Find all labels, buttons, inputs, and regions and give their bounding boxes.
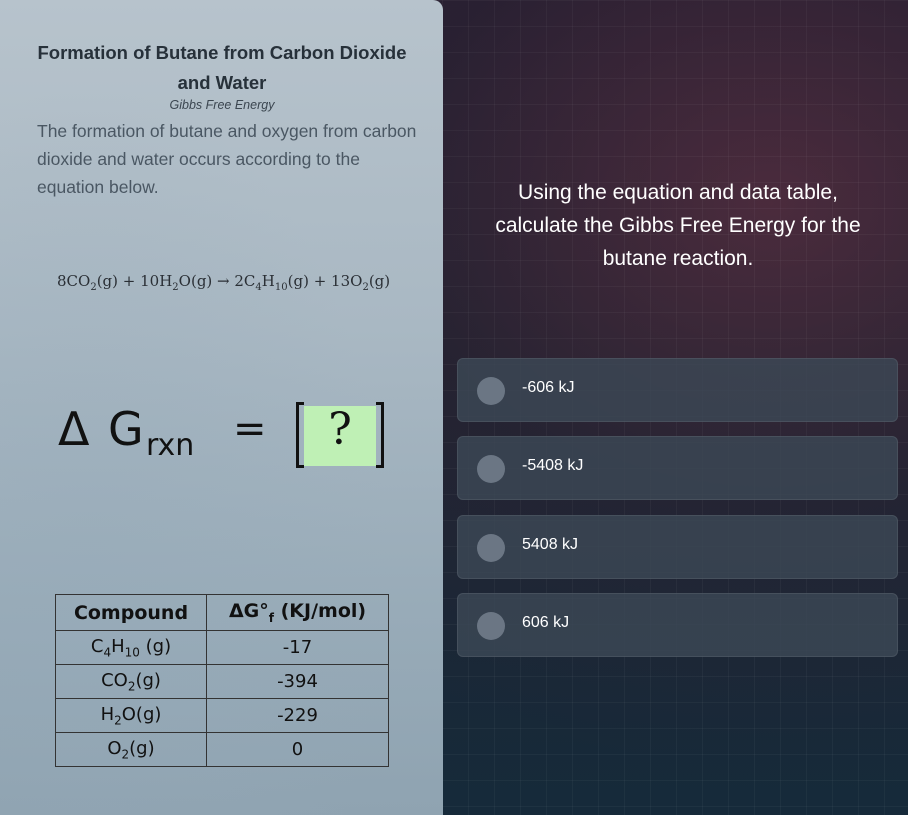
header-delta-g-symbol: ΔG° (228, 600, 269, 623)
eq-part: 10H (140, 272, 173, 290)
delta-symbol: Δ (58, 402, 90, 456)
eq-arrow: → (212, 272, 235, 290)
formula-sub: 10 (124, 645, 140, 660)
formula-part: H (111, 635, 125, 657)
table-row: C4H10 (g) -17 (55, 630, 389, 665)
radio-circle-icon[interactable] (477, 612, 505, 640)
formula-sub: 2 (114, 713, 122, 728)
option-label: -5408 kJ (522, 457, 584, 474)
table-row: CO2(g) -394 (55, 664, 389, 699)
compound-cell: C4H10 (g) (55, 630, 207, 665)
option-label: 5408 kJ (522, 536, 579, 553)
compound-cell: O2(g) (55, 732, 207, 767)
answer-option-1[interactable]: -606 kJ (457, 358, 898, 422)
formula-sub: 4 (103, 645, 112, 660)
question-prompt: Using the equation and data table, calcu… (495, 181, 861, 270)
answer-option-3[interactable]: 5408 kJ (457, 515, 898, 579)
gibbs-g: G (108, 402, 144, 456)
eq-part: O(g) (178, 272, 213, 290)
formula-part: C (90, 635, 104, 657)
answer-option-2[interactable]: -5408 kJ (457, 436, 898, 500)
eq-part: (g) (96, 272, 119, 290)
eq-part: (g) (287, 272, 309, 290)
radio-circle-icon[interactable] (477, 377, 505, 405)
question-mark: ? (328, 404, 352, 455)
value-cell: -394 (206, 664, 389, 699)
equals-sign: = (233, 406, 267, 452)
option-label: -606 kJ (522, 379, 575, 396)
header-compound: Compound (55, 594, 207, 631)
value-cell: -17 (206, 630, 389, 665)
unknown-answer-box: ? (296, 402, 384, 468)
eq-part: 13O (331, 272, 363, 290)
panel-subtitle: Gibbs Free Energy (169, 98, 275, 112)
formula-sub: 2 (121, 747, 130, 762)
eq-plus: + (118, 272, 141, 290)
gibbs-data-table: Compound ΔG°f (KJ/mol) C4H10 (g) -17 CO2… (55, 594, 389, 767)
chemical-equation: 8CO2(g) + 10H2O(g) → 2C4H10(g) + 13O2(g) (57, 272, 390, 293)
eq-part: 8CO (57, 272, 91, 290)
table-row: O2(g) 0 (55, 732, 389, 767)
formula-part: (g) (135, 669, 161, 691)
formula-part: CO (101, 669, 128, 691)
formula-part: (g) (129, 737, 155, 759)
eq-sub: 10 (274, 282, 288, 293)
formula-part: O (107, 737, 122, 759)
panel-title: Formation of Butane from Carbon Dioxide … (37, 42, 407, 93)
table-row: H2O(g) -229 (55, 698, 389, 733)
value-cell: 0 (206, 732, 389, 767)
eq-part: 2C (234, 272, 256, 290)
eq-plus: + (308, 272, 332, 290)
eq-part: (g) (368, 272, 391, 290)
formula-part: H (100, 703, 115, 725)
radio-circle-icon[interactable] (477, 534, 505, 562)
header-unit: (KJ/mol) (273, 600, 367, 623)
radio-circle-icon[interactable] (477, 455, 505, 483)
compound-cell: CO2(g) (55, 664, 207, 699)
answer-option-4[interactable]: 606 kJ (457, 593, 898, 657)
table-header-row: Compound ΔG°f (KJ/mol) (55, 594, 389, 631)
gibbs-subscript: rxn (146, 428, 195, 463)
question-stimulus-panel: Formation of Butane from Carbon Dioxide … (0, 0, 443, 815)
intro-text: The formation of butane and oxygen from … (37, 121, 417, 197)
compound-cell: H2O(g) (55, 698, 207, 733)
option-label: 606 kJ (522, 614, 570, 631)
formula-part: (g) (139, 635, 172, 657)
value-cell: -229 (206, 698, 389, 733)
formula-part: O(g) (121, 703, 162, 725)
eq-part: H (261, 272, 275, 290)
header-delta-g: ΔG°f (KJ/mol) (206, 594, 389, 631)
